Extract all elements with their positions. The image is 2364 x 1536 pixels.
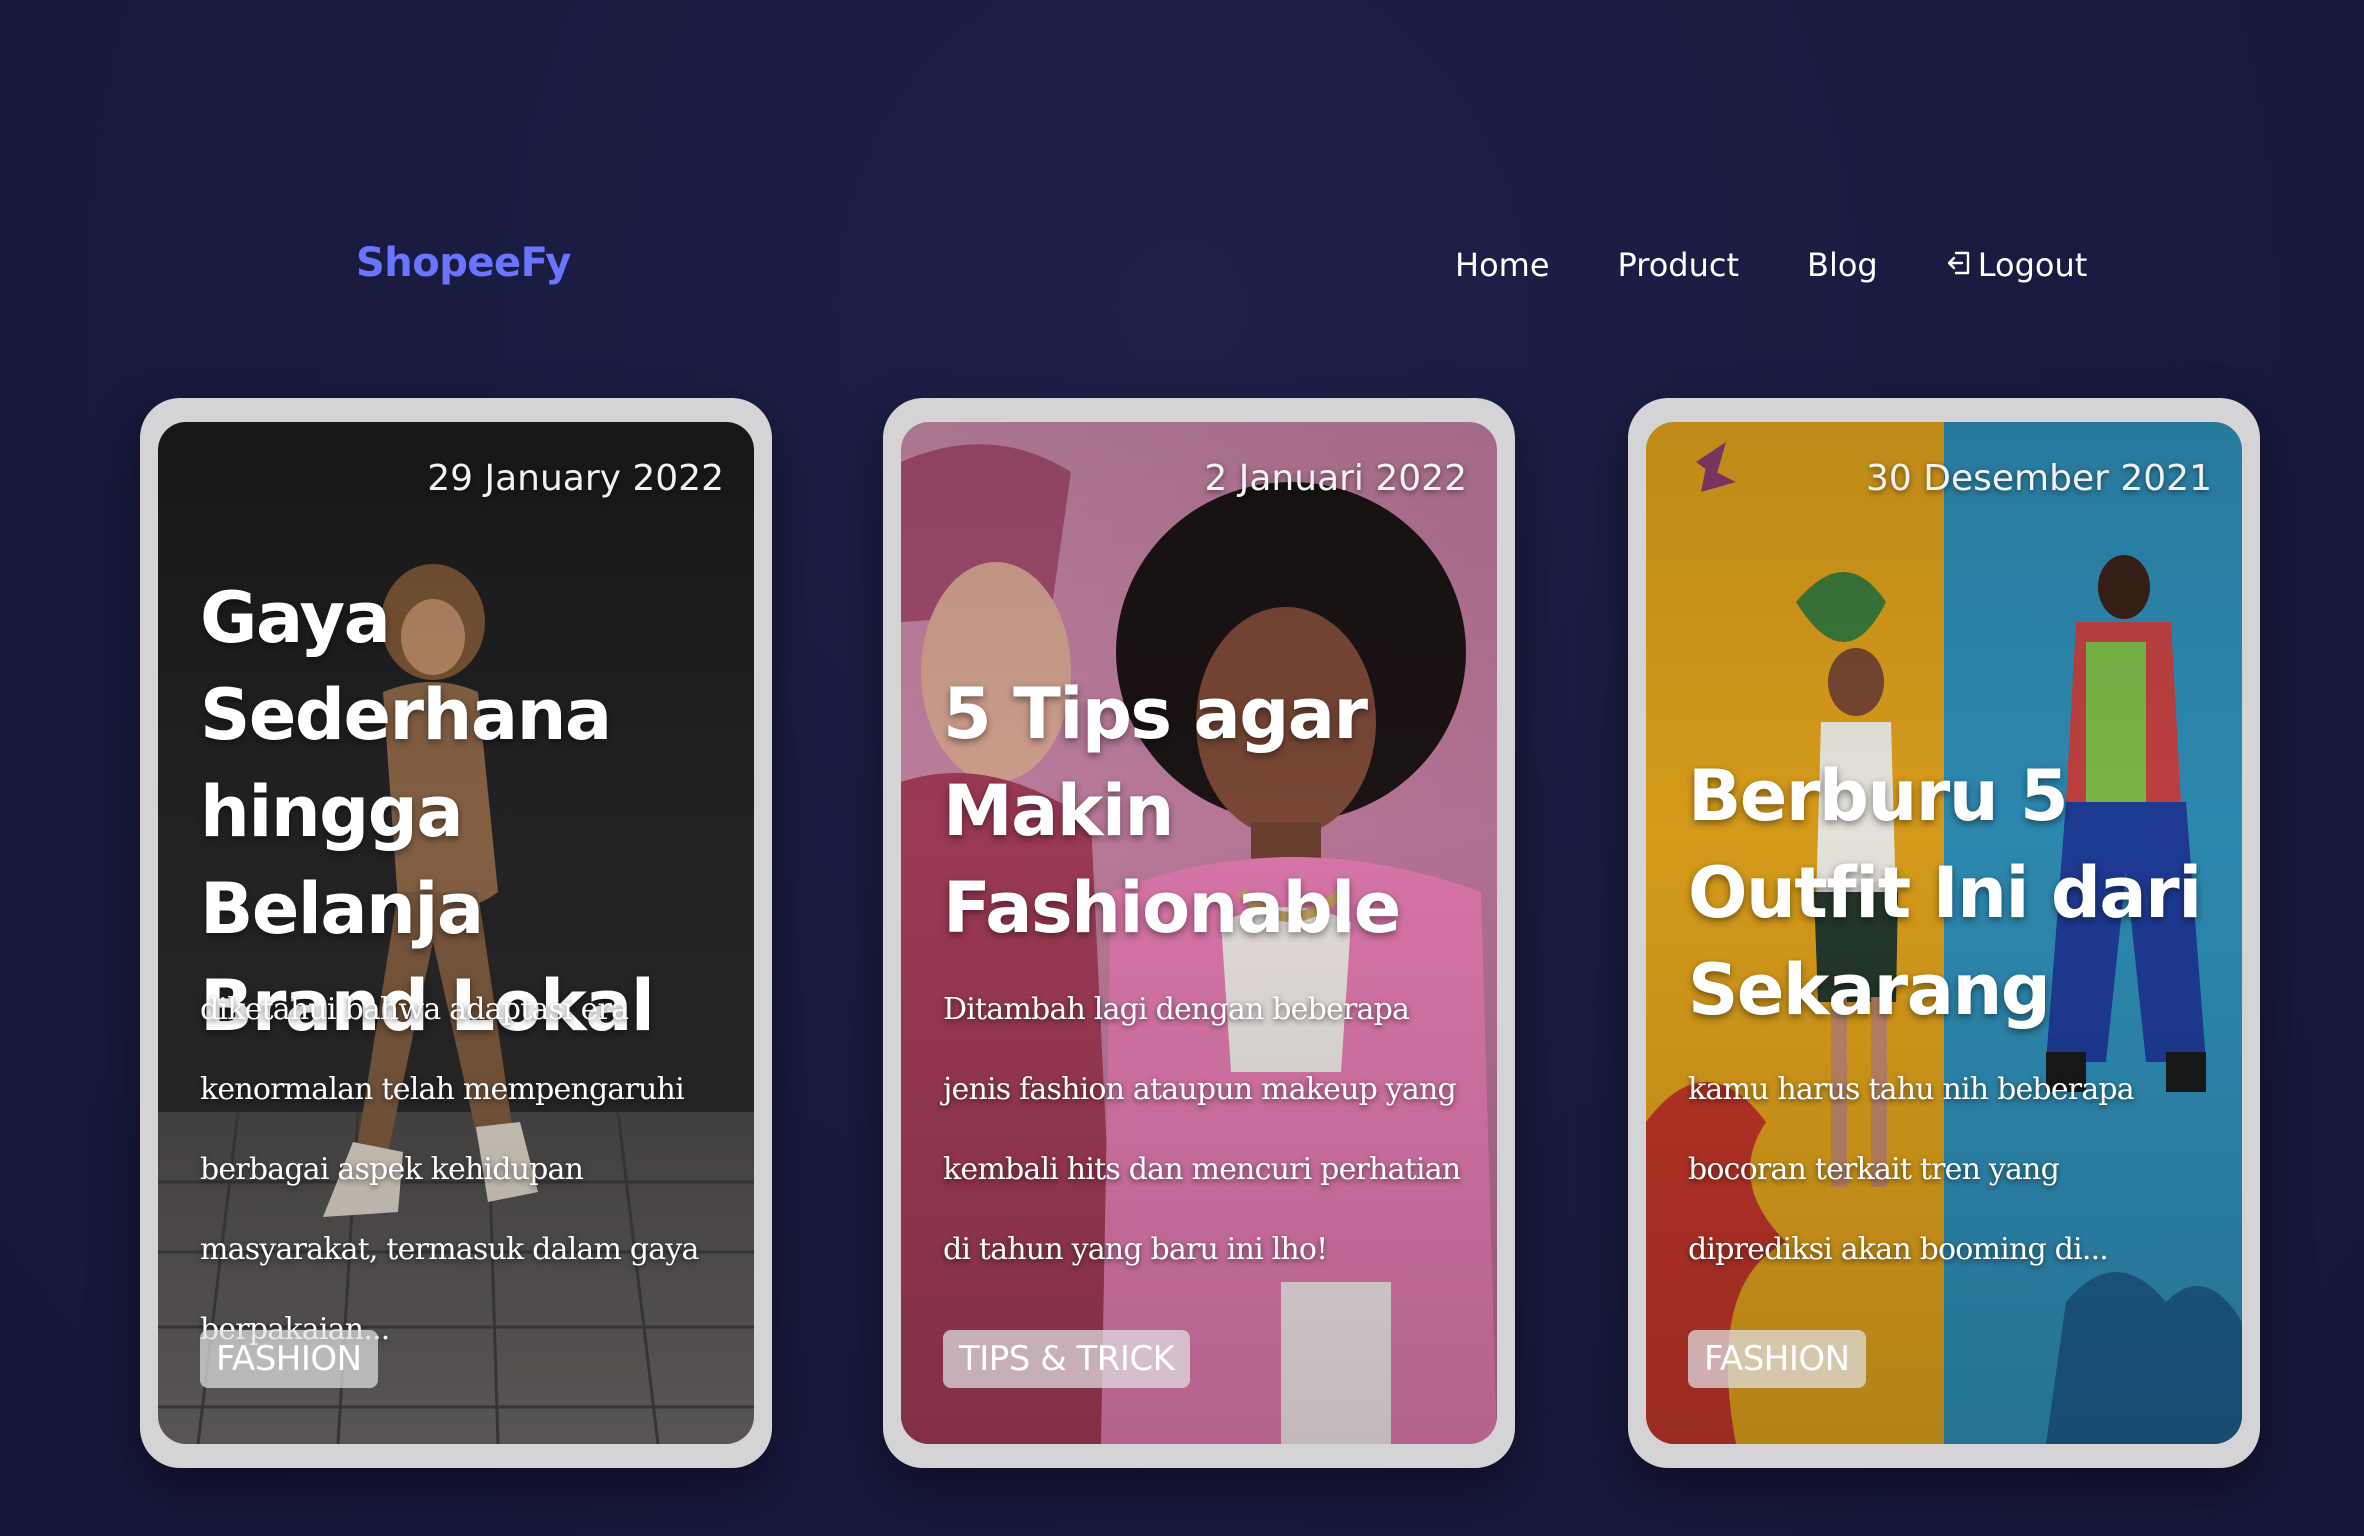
card-excerpt: Ditambah lagi dengan beberapa jenis fash… — [943, 992, 1461, 1267]
card-title[interactable]: 5 Tips agar Makin Fashionable — [943, 666, 1463, 957]
logout-icon — [1946, 247, 1972, 275]
blog-card-inner: 29 January 2022 Gaya Sederhana hingga Be… — [158, 422, 754, 1444]
nav-links: Home Product Blog Logout — [1455, 246, 2087, 284]
card-date: 30 Desember 2021 — [1866, 458, 2212, 499]
card-excerpt: diketahui bahwa adaptasi era kenormalan … — [200, 992, 699, 1347]
blog-card-inner: 2 Januari 2022 5 Tips agar Makin Fashion… — [901, 422, 1497, 1444]
nav-product-link[interactable]: Product — [1618, 246, 1740, 284]
nav-blog-link[interactable]: Blog — [1807, 246, 1878, 284]
card-title[interactable]: Berburu 5 Outfit Ini dari Sekarang — [1688, 748, 2208, 1039]
card-date: 2 Januari 2022 — [1204, 458, 1467, 499]
page: ShopeeFy Home Product Blog Logout 29 Jan… — [0, 0, 2364, 1536]
card-category-tag[interactable]: FASHION — [1688, 1330, 1866, 1388]
blog-card[interactable]: 30 Desember 2021 Berburu 5 Outfit Ini da… — [1628, 398, 2260, 1468]
blog-card[interactable]: 2 Januari 2022 5 Tips agar Makin Fashion… — [883, 398, 1515, 1468]
card-category-tag[interactable]: TIPS & TRICK — [943, 1330, 1191, 1388]
blog-card-inner: 30 Desember 2021 Berburu 5 Outfit Ini da… — [1646, 422, 2242, 1444]
nav-logout-link[interactable]: Logout — [1946, 246, 2088, 284]
card-excerpt: kamu harus tahu nih beberapa bocoran ter… — [1688, 1072, 2135, 1267]
brand-logo[interactable]: ShopeeFy — [356, 240, 571, 286]
blog-card[interactable]: 29 January 2022 Gaya Sederhana hingga Be… — [140, 398, 772, 1468]
nav-home-link[interactable]: Home — [1455, 246, 1550, 284]
navbar: ShopeeFy Home Product Blog Logout — [0, 0, 2364, 400]
card-category-tag[interactable]: FASHION — [200, 1330, 378, 1388]
nav-logout-label: Logout — [1977, 246, 2088, 284]
card-date: 29 January 2022 — [427, 458, 724, 499]
